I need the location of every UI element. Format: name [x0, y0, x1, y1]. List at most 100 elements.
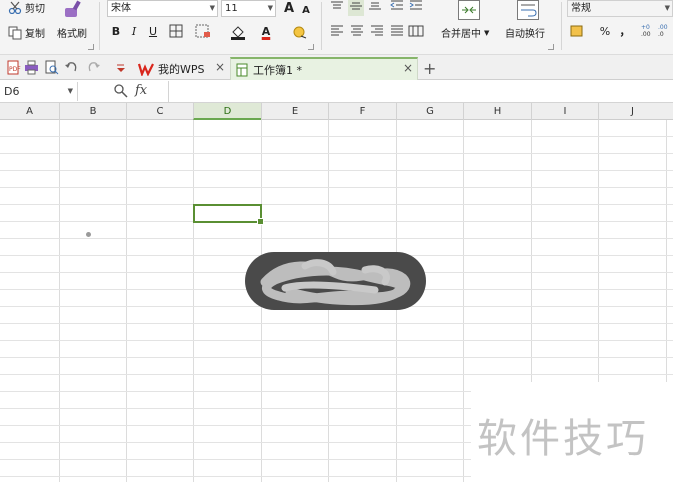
column-header-b[interactable]: B — [59, 103, 126, 120]
redo-icon — [88, 62, 100, 72]
column-header-e[interactable]: E — [261, 103, 328, 120]
align-left-button[interactable] — [329, 25, 345, 41]
gridline — [0, 153, 673, 154]
column-header-g[interactable]: G — [396, 103, 463, 120]
column-header-i[interactable]: I — [531, 103, 598, 120]
indent-increase-icon — [409, 0, 422, 10]
align-middle-button[interactable] — [348, 0, 364, 16]
italic-button[interactable]: I — [126, 24, 142, 40]
print-button[interactable] — [24, 60, 39, 75]
align-bottom-icon — [369, 2, 381, 10]
font-name-combo[interactable]: 宋体 ▼ — [107, 0, 218, 17]
tab-my-wps[interactable]: 我的WPS × — [134, 57, 230, 80]
column-header-j[interactable]: J — [598, 103, 666, 120]
name-box-value: D6 — [4, 85, 20, 98]
column-header-c[interactable]: C — [126, 103, 193, 120]
tab-workbook1-label: 工作簿1 * — [253, 63, 302, 77]
tab-workbook1[interactable]: 工作簿1 * × — [230, 57, 418, 80]
percent-button[interactable]: % — [597, 24, 613, 40]
svg-text:.0: .0 — [658, 31, 664, 38]
chevron-down-icon: ▼ — [209, 4, 215, 12]
undo-icon — [65, 62, 77, 72]
alignment-launcher-icon[interactable] — [548, 44, 554, 50]
indent-increase-button[interactable] — [408, 0, 424, 16]
align-left-icon — [331, 25, 343, 36]
percent-label: % — [599, 25, 611, 38]
bold-label: B — [111, 25, 121, 38]
merge-arrows-icon — [462, 6, 476, 14]
print-preview-button[interactable] — [44, 60, 59, 75]
new-tab-button[interactable]: + — [423, 57, 439, 80]
plus-icon: + — [423, 59, 437, 78]
number-format-combo[interactable]: 常规 ▼ — [567, 0, 673, 17]
align-center-button[interactable] — [349, 25, 365, 41]
align-middle-icon — [350, 2, 362, 10]
clipboard-launcher-icon[interactable] — [88, 44, 94, 50]
export-pdf-button[interactable]: PDF — [6, 60, 21, 75]
column-header-a[interactable]: A — [0, 103, 59, 120]
distributed-button[interactable] — [408, 25, 424, 41]
fill-pattern-button[interactable] — [195, 24, 211, 40]
underline-button[interactable]: U — [145, 24, 161, 40]
font-color-icon: A — [261, 25, 271, 38]
undo-button[interactable] — [64, 60, 79, 75]
fill-color-button[interactable] — [230, 24, 246, 40]
gridline — [0, 323, 673, 324]
column-header-h[interactable]: H — [463, 103, 531, 120]
merge-center-icon[interactable] — [458, 0, 480, 20]
paintbrush-icon — [65, 0, 81, 17]
close-icon[interactable]: × — [215, 60, 225, 74]
zoom-button[interactable] — [113, 83, 129, 99]
comma-label: ， — [619, 25, 631, 38]
watermark-text: 软件技巧 — [477, 416, 649, 462]
decrease-decimal-button[interactable]: .00.0 — [657, 22, 673, 38]
italic-label: I — [131, 25, 137, 38]
align-top-button[interactable] — [329, 0, 345, 16]
font-launcher-icon[interactable] — [308, 44, 314, 50]
close-icon[interactable]: × — [403, 61, 413, 75]
decimal-increase-icon: +0.00 — [641, 24, 651, 38]
font-size-combo[interactable]: 11 ▼ — [221, 0, 276, 17]
auto-wrap-icon[interactable] — [517, 0, 539, 20]
format-painter-icon-button[interactable] — [61, 0, 85, 20]
shrink-font-button[interactable]: A — [298, 3, 314, 19]
gridline — [0, 187, 673, 188]
cursor-dot — [86, 232, 91, 237]
align-right-button[interactable] — [369, 25, 385, 41]
thousands-separator-button[interactable]: ， — [617, 24, 633, 40]
separator — [561, 2, 562, 50]
gridline — [0, 221, 673, 222]
currency-icon — [570, 25, 583, 37]
copy-label: 复制 — [25, 29, 45, 40]
indent-decrease-button[interactable] — [389, 0, 405, 16]
formula-bar: D6 ▼ fx — [0, 81, 673, 103]
auto-wrap-button[interactable]: 自动换行 — [505, 25, 545, 40]
formula-input[interactable] — [168, 81, 673, 102]
column-header-f[interactable]: F — [328, 103, 396, 120]
border-button[interactable] — [168, 24, 184, 40]
name-box[interactable]: D6 ▼ — [0, 82, 78, 101]
align-bottom-button[interactable] — [367, 0, 383, 16]
increase-decimal-button[interactable]: +0.00 — [640, 22, 656, 38]
customize-quick-access-button[interactable] — [112, 60, 127, 75]
currency-button[interactable] — [569, 24, 585, 40]
bold-button[interactable]: B — [108, 24, 124, 40]
distributed-icon — [408, 25, 424, 37]
redo-button[interactable] — [86, 60, 101, 75]
cut-label: 剪切 — [25, 4, 45, 15]
insert-function-button[interactable]: fx — [135, 83, 147, 98]
font-color-button[interactable]: A — [258, 24, 274, 40]
eraser-icon — [293, 26, 307, 39]
wps-logo-icon — [138, 63, 154, 76]
merge-center-button[interactable]: 合并居中 ▼ — [441, 25, 489, 41]
wrap-text-icon — [521, 4, 537, 17]
copy-button[interactable]: 复制 — [8, 25, 45, 40]
clear-format-button[interactable] — [292, 24, 308, 40]
cut-button[interactable]: 剪切 — [8, 0, 45, 15]
selected-cell-d6[interactable] — [193, 204, 264, 225]
format-painter-button[interactable]: 格式刷 — [57, 25, 87, 40]
justify-button[interactable] — [389, 25, 405, 41]
grow-font-button[interactable]: A — [281, 1, 297, 17]
chevron-down-icon: ▼ — [267, 4, 273, 12]
column-header-d[interactable]: D — [193, 103, 261, 120]
